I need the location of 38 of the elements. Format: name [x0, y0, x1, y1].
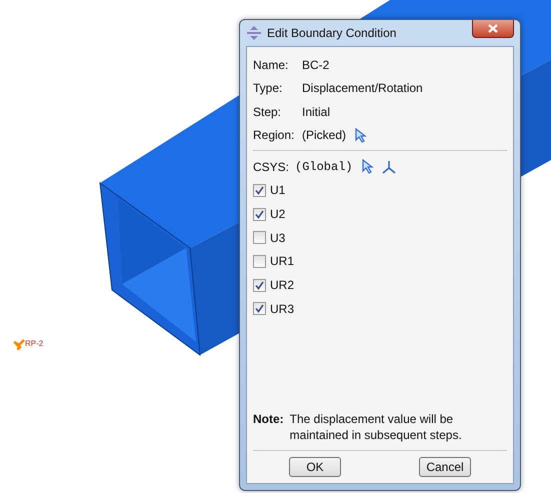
checkbox[interactable] — [253, 302, 266, 316]
dialog-button[interactable]: OK — [289, 457, 341, 477]
checkbox[interactable] — [253, 254, 266, 268]
field-value: (Picked) — [302, 128, 346, 142]
reference-point-label: RP-2 — [25, 339, 44, 348]
field-value: BC-2 — [302, 58, 330, 72]
checkbox[interactable] — [253, 278, 266, 292]
dialog-app-icon — [247, 26, 261, 40]
select-cursor-icon[interactable] — [355, 128, 368, 143]
field-value: Initial — [302, 104, 330, 119]
field-label: Name: — [253, 58, 290, 72]
field-label: Region: — [253, 128, 296, 142]
close-icon[interactable] — [488, 24, 498, 33]
note-text: The displacement value will be maintained in subsequent steps. — [290, 411, 463, 443]
checkbox-label[interactable]: UR3 — [270, 302, 294, 316]
coordinate-axes-icon[interactable] — [382, 160, 396, 174]
note-label: Note: — [253, 411, 284, 428]
select-cursor-icon[interactable] — [362, 159, 374, 174]
checkbox[interactable] — [253, 208, 266, 221]
field-value: (Global) — [295, 160, 353, 174]
checkbox-label[interactable]: UR1 — [270, 254, 294, 268]
checkbox-label[interactable]: U1 — [270, 183, 286, 198]
dialog-button[interactable]: Cancel — [419, 457, 471, 477]
checkbox-label[interactable]: UR2 — [270, 278, 294, 292]
field-label: Step: — [253, 104, 282, 119]
field-value: Displacement/Rotation — [302, 81, 423, 96]
checkbox[interactable] — [253, 231, 266, 244]
checkmark-icon — [255, 304, 264, 314]
checkmark-icon — [255, 280, 264, 290]
window-title: Edit Boundary Condition — [267, 26, 396, 40]
checkbox-label[interactable]: U3 — [270, 230, 286, 245]
close-button[interactable] — [472, 20, 514, 38]
checkmark-icon — [255, 186, 264, 195]
checkmark-icon — [255, 210, 264, 219]
field-label: CSYS: — [253, 160, 290, 174]
checkbox-label[interactable]: U2 — [270, 207, 286, 222]
checkbox[interactable] — [253, 184, 266, 197]
field-label: Type: — [253, 81, 284, 96]
